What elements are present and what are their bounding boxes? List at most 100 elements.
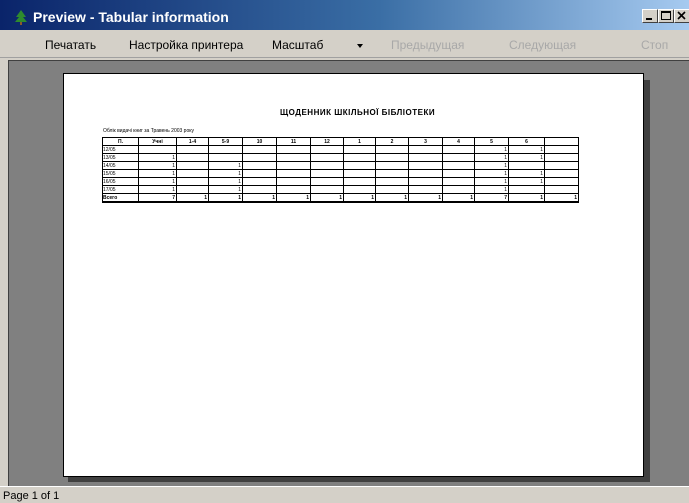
cell — [375, 185, 409, 194]
row-label: 12/05 — [102, 145, 139, 154]
column-header: Учні — [138, 137, 177, 146]
cell — [408, 145, 443, 154]
cell: 1 — [508, 177, 545, 186]
cell — [442, 153, 475, 162]
total-label: Всего — [102, 193, 139, 203]
cell — [242, 177, 277, 186]
column-header: 1 — [343, 137, 376, 146]
column-header: 3 — [408, 137, 443, 146]
cell — [276, 145, 311, 154]
title-bar: Preview - Tabular information — [0, 0, 689, 30]
row-label: 17/05 — [102, 185, 139, 194]
cell: 1 — [276, 193, 311, 203]
cell — [343, 145, 376, 154]
column-header: 2 — [375, 137, 409, 146]
scale-button[interactable]: Масштаб — [272, 38, 323, 52]
cell — [375, 161, 409, 170]
stop-button[interactable]: Стоп — [641, 38, 668, 52]
cell — [176, 161, 209, 170]
cell — [343, 185, 376, 194]
cell — [375, 169, 409, 178]
close-button[interactable] — [674, 9, 689, 23]
cell: 1 — [508, 153, 545, 162]
cell: 1 — [508, 193, 545, 203]
cell: 1 — [242, 193, 277, 203]
row-label: 13/05 — [102, 153, 139, 162]
cell: 1 — [474, 177, 509, 186]
cell — [276, 177, 311, 186]
cell — [343, 153, 376, 162]
cell: 1 — [208, 193, 243, 203]
cell: 1 — [442, 193, 475, 203]
cell: 1 — [138, 185, 177, 194]
cell — [408, 161, 443, 170]
document-title: ЩОДЕННИК ШКІЛЬНОЇ БІБЛІОТЕКИ — [280, 108, 436, 117]
table-row: 16/05 1 1 1 1 — [102, 177, 579, 186]
cell: 1 — [474, 161, 509, 170]
cell — [544, 177, 579, 186]
green-tree-icon — [15, 10, 27, 25]
cell — [544, 161, 579, 170]
maximize-icon — [661, 11, 671, 20]
cell: 1 — [408, 193, 443, 203]
cell — [408, 169, 443, 178]
cell — [442, 177, 475, 186]
page-indicator: Page 1 of 1 — [3, 490, 60, 502]
cell: 1 — [508, 145, 545, 154]
maximize-button[interactable] — [658, 9, 674, 23]
printer-setup-button[interactable]: Настройка принтера — [129, 38, 243, 52]
cell: 1 — [375, 193, 409, 203]
cell — [442, 161, 475, 170]
document-subtitle: Облік видачі книг за Травень 2003 року — [103, 128, 194, 134]
cell: 1 — [138, 177, 177, 186]
table-row: 13/05 1 1 1 — [102, 153, 579, 162]
report-table: П. Учні 1-4 5-9 10 11 12 1 2 3 4 5 6 12/… — [102, 137, 579, 203]
cell: 1 — [474, 145, 509, 154]
cell: 7 — [138, 193, 177, 203]
table-row: 12/05 1 1 — [102, 145, 579, 154]
cell: 1 — [208, 177, 243, 186]
table-total-row: Всего 7 1 1 1 1 1 1 1 1 1 7 1 1 — [102, 193, 579, 203]
cell: 1 — [474, 185, 509, 194]
cell: 1 — [508, 169, 545, 178]
chevron-down-icon[interactable] — [357, 44, 363, 48]
cell: 7 — [474, 193, 509, 203]
cell — [176, 177, 209, 186]
cell — [310, 153, 344, 162]
cell — [176, 153, 209, 162]
cell — [176, 169, 209, 178]
column-header: 4 — [442, 137, 475, 146]
cell: 1 — [138, 161, 177, 170]
table-header-row: П. Учні 1-4 5-9 10 11 12 1 2 3 4 5 6 — [102, 137, 579, 146]
column-header: 5-9 — [208, 137, 243, 146]
cell: 1 — [138, 153, 177, 162]
next-page-button[interactable]: Следующая — [509, 38, 576, 52]
cell — [310, 169, 344, 178]
cell — [176, 145, 209, 154]
cell — [544, 145, 579, 154]
cell — [138, 145, 177, 154]
cell — [208, 145, 243, 154]
table-row: 17/05 1 1 1 — [102, 185, 579, 194]
cell — [343, 161, 376, 170]
cell: 1 — [176, 193, 209, 203]
cell — [310, 177, 344, 186]
previous-page-button[interactable]: Предыдущая — [391, 38, 464, 52]
cell — [442, 145, 475, 154]
cell — [442, 185, 475, 194]
column-header: 10 — [242, 137, 277, 146]
minimize-button[interactable] — [642, 9, 658, 23]
cell — [242, 145, 277, 154]
cell — [276, 185, 311, 194]
cell — [310, 185, 344, 194]
cell: 1 — [474, 169, 509, 178]
cell — [276, 161, 311, 170]
cell — [508, 185, 545, 194]
print-button[interactable]: Печатать — [45, 38, 96, 52]
cell — [544, 169, 579, 178]
cell — [375, 153, 409, 162]
cell: 1 — [208, 169, 243, 178]
column-header: 11 — [276, 137, 311, 146]
cell — [375, 177, 409, 186]
column-header: П. — [102, 137, 139, 146]
